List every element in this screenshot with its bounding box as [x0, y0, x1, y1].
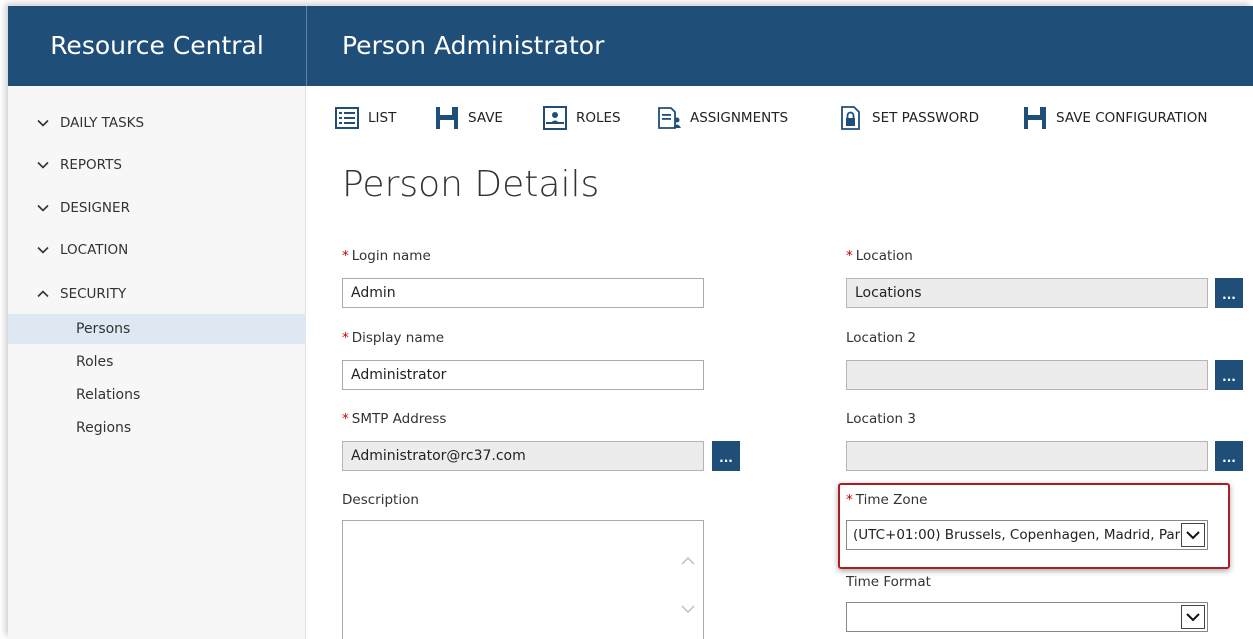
- required-marker: *: [342, 330, 349, 346]
- list-button[interactable]: LIST: [334, 104, 396, 132]
- scroll-up-icon[interactable]: [681, 551, 695, 570]
- sidebar-group-location[interactable]: LOCATION: [36, 239, 128, 261]
- smtp-address-label: * SMTP Address: [342, 411, 447, 427]
- required-marker: *: [846, 248, 853, 264]
- save-button[interactable]: SAVE: [434, 104, 503, 132]
- sidebar-group-label: LOCATION: [60, 242, 129, 258]
- sidebar-group-daily-tasks[interactable]: DAILY TASKS: [36, 112, 144, 134]
- login-name-label: * Login name: [342, 248, 431, 264]
- display-name-label: * Display name: [342, 330, 445, 346]
- sidebar-group-label: DESIGNER: [60, 200, 130, 216]
- location2-lookup-button[interactable]: ...: [1215, 360, 1243, 390]
- sidebar-item-roles[interactable]: Roles: [8, 347, 306, 377]
- save-icon: [434, 105, 460, 131]
- save-configuration-button[interactable]: SAVE CONFIGURATION: [1022, 104, 1207, 132]
- scroll-down-icon[interactable]: [681, 599, 695, 618]
- header-divider: [306, 6, 307, 86]
- display-name-field[interactable]: Administrator: [342, 360, 704, 390]
- required-marker: *: [342, 411, 349, 427]
- sidebar-group-designer[interactable]: DESIGNER: [36, 197, 130, 219]
- sidebar-item-relations[interactable]: Relations: [8, 380, 306, 410]
- description-field[interactable]: [342, 520, 704, 639]
- sidebar-item-persons[interactable]: Persons: [8, 314, 306, 344]
- smtp-lookup-button[interactable]: ...: [712, 441, 740, 471]
- location-field[interactable]: Locations: [846, 278, 1208, 308]
- location3-label: Location 3: [846, 411, 916, 427]
- assignments-label: ASSIGNMENTS: [690, 110, 789, 126]
- sidebar-group-reports[interactable]: REPORTS: [36, 154, 122, 176]
- assignments-icon: [656, 105, 682, 131]
- list-icon: [334, 105, 360, 131]
- sidebar-group-label: DAILY TASKS: [60, 115, 145, 131]
- description-label: Description: [342, 492, 419, 508]
- roles-button[interactable]: ROLES: [542, 104, 621, 132]
- location-label: * Location: [846, 248, 913, 264]
- save-configuration-label: SAVE CONFIGURATION: [1056, 110, 1208, 126]
- chevron-down-icon: [36, 116, 50, 130]
- location3-field[interactable]: [846, 441, 1208, 471]
- time-format-label: Time Format: [846, 574, 931, 590]
- app-title: Resource Central: [50, 31, 264, 60]
- login-name-field[interactable]: Admin: [342, 278, 704, 308]
- chevron-down-icon[interactable]: [1181, 605, 1205, 629]
- chevron-down-icon: [36, 243, 50, 257]
- location3-lookup-button[interactable]: ...: [1215, 441, 1243, 471]
- app-window: Resource Central Person Administrator DA…: [8, 6, 1253, 639]
- time-format-select[interactable]: [846, 602, 1208, 632]
- assignments-button[interactable]: ASSIGNMENTS: [656, 104, 788, 132]
- set-password-label: SET PASSWORD: [872, 110, 980, 126]
- sidebar-group-label: SECURITY: [60, 286, 127, 302]
- sidebar: DAILY TASKS REPORTS DESIGNER LOCATION SE…: [8, 86, 306, 639]
- sidebar-group-label: REPORTS: [60, 157, 122, 173]
- roles-icon: [542, 105, 568, 131]
- location2-label: Location 2: [846, 330, 916, 346]
- sidebar-group-security[interactable]: SECURITY: [36, 283, 126, 305]
- location-lookup-button[interactable]: ...: [1215, 278, 1243, 308]
- save-label: SAVE: [468, 110, 503, 126]
- roles-label: ROLES: [576, 110, 621, 126]
- list-label: LIST: [368, 110, 397, 126]
- chevron-down-icon: [36, 158, 50, 172]
- lock-document-icon: [838, 105, 864, 131]
- location2-field[interactable]: [846, 360, 1208, 390]
- sidebar-item-regions[interactable]: Regions: [8, 413, 306, 443]
- chevron-down-icon: [36, 201, 50, 215]
- page-header-title: Person Administrator: [342, 31, 605, 60]
- smtp-address-field[interactable]: Administrator@rc37.com: [342, 441, 704, 471]
- app-header: Resource Central Person Administrator: [8, 6, 1253, 86]
- page-title: Person Details: [342, 164, 600, 205]
- required-marker: *: [342, 248, 349, 264]
- time-zone-highlight: [838, 483, 1230, 569]
- save-icon: [1022, 105, 1048, 131]
- set-password-button[interactable]: SET PASSWORD: [838, 104, 979, 132]
- chevron-up-icon: [36, 287, 50, 301]
